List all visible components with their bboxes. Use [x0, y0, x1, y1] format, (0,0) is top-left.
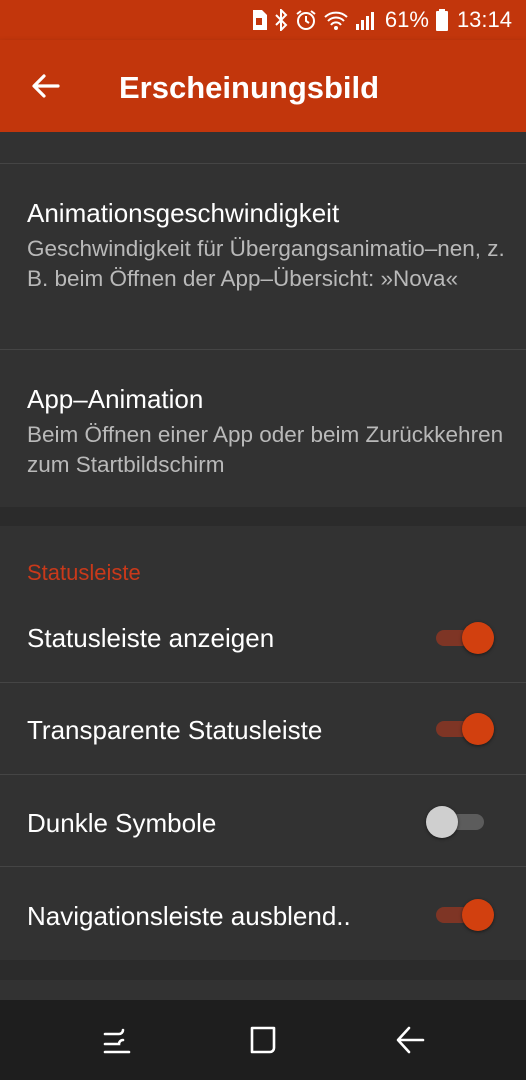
signal-icon: [355, 12, 374, 30]
back-icon: [396, 1026, 425, 1054]
sim-icon: [252, 10, 267, 30]
setting-animation-speed[interactable]: Animationsgeschwindigkeit Geschwindigkei…: [0, 164, 526, 349]
setting-title: Animationsgeschwindigkeit: [27, 198, 340, 228]
toggle-switch[interactable]: [430, 895, 494, 935]
back-button[interactable]: [26, 66, 66, 106]
recents-button[interactable]: [97, 1020, 137, 1060]
battery-icon: [435, 9, 448, 31]
home-icon: [250, 1026, 276, 1054]
page-title: Erscheinungsbild: [119, 70, 380, 105]
toggle-thumb: [462, 899, 494, 931]
wifi-icon: [324, 11, 348, 30]
setting-label: Transparente Statusleiste: [27, 715, 323, 745]
app-bar: Erscheinungsbild: [0, 40, 526, 132]
alarm-icon: [296, 10, 316, 30]
toggle-switch[interactable]: [430, 709, 494, 749]
next-card-edge: [0, 980, 526, 1000]
setting-label: Statusleiste anzeigen: [27, 623, 275, 653]
setting-app-animation[interactable]: App–Animation Beim Öffnen einer App oder…: [0, 350, 526, 507]
setting-title: App–Animation: [27, 384, 204, 414]
setting-subtitle: Beim Öffnen einer App oder beim Zurückke…: [27, 422, 504, 477]
toggle-thumb: [426, 806, 458, 838]
setting-transparent-statusbar[interactable]: Transparente Statusleiste: [0, 683, 526, 774]
toggle-switch[interactable]: [430, 618, 494, 658]
home-button[interactable]: [243, 1020, 283, 1060]
status-icons: [251, 9, 377, 31]
system-navigation-bar: [0, 1000, 526, 1080]
toggle-thumb: [462, 713, 494, 745]
setting-hide-navbar[interactable]: Navigationsleiste ausblend..: [0, 867, 526, 960]
toggle-switch[interactable]: [426, 802, 490, 842]
statusleiste-card: Statusleiste Statusleiste anzeigen Trans…: [0, 526, 526, 960]
setting-label: Navigationsleiste ausblend..: [27, 901, 351, 931]
setting-subtitle: Geschwindigkeit für Übergangsanimatio–ne…: [27, 236, 505, 291]
animation-settings-card: Animationsgeschwindigkeit Geschwindigkei…: [0, 132, 526, 507]
system-status-bar: 61% 13:14: [0, 0, 526, 40]
section-header: Statusleiste: [27, 560, 141, 585]
setting-dark-icons[interactable]: Dunkle Symbole: [0, 775, 526, 867]
clock: 13:14: [456, 7, 512, 32]
toggle-thumb: [462, 622, 494, 654]
arrow-left-icon: [32, 74, 60, 98]
bluetooth-icon: [275, 9, 288, 31]
recents-icon: [103, 1028, 131, 1054]
battery-percent: 61%: [384, 7, 429, 32]
setting-label: Dunkle Symbole: [27, 808, 217, 838]
nav-back-button[interactable]: [391, 1020, 431, 1060]
setting-show-statusbar[interactable]: Statusleiste anzeigen: [0, 589, 526, 682]
